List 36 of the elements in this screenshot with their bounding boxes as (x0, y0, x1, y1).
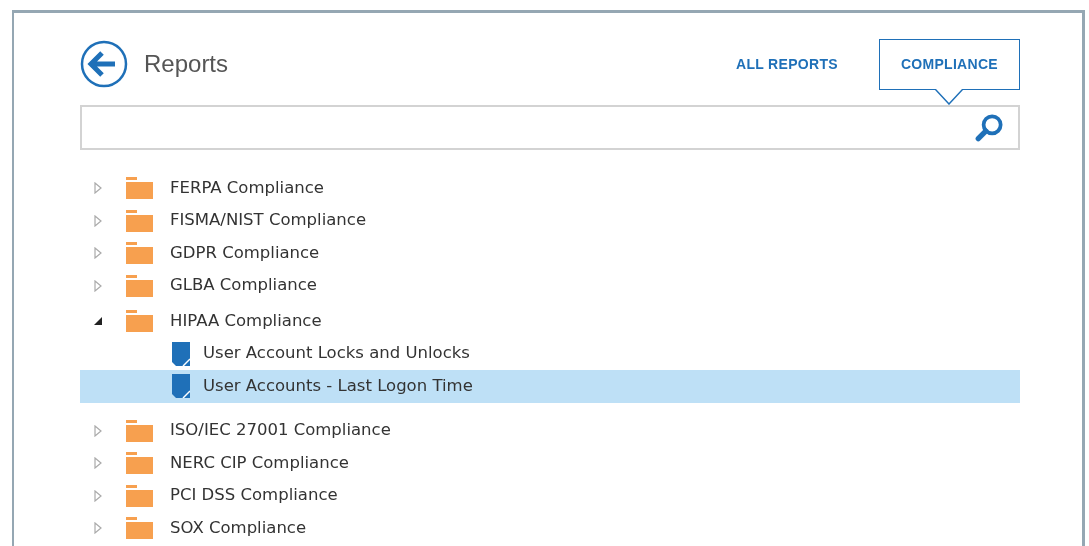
collapsed-arrow-icon[interactable] (92, 182, 104, 195)
folder-label[interactable]: SOX Compliance (170, 515, 307, 541)
folder-label[interactable]: GLBA Compliance (170, 273, 317, 299)
folder-icon (126, 274, 153, 297)
search-field[interactable] (80, 105, 1020, 150)
back-icon[interactable] (80, 40, 128, 88)
collapsed-arrow-icon[interactable] (92, 279, 104, 292)
folder-icon (126, 484, 153, 507)
folder-label[interactable]: NERC CIP Compliance (170, 450, 349, 476)
folder-label[interactable]: HIPAA Compliance (170, 308, 322, 334)
folder-icon (126, 177, 153, 200)
tab-pointer-icon (935, 88, 964, 105)
collapsed-arrow-icon[interactable] (92, 489, 104, 502)
collapsed-arrow-icon[interactable] (92, 457, 104, 470)
folder-label[interactable]: PCI DSS Compliance (170, 483, 338, 509)
document-icon (172, 374, 190, 399)
folder-icon (126, 242, 153, 265)
folder-icon (126, 452, 153, 475)
collapsed-arrow-icon[interactable] (92, 247, 104, 260)
folder-icon (126, 419, 153, 442)
folder-icon (126, 517, 153, 540)
folder-label[interactable]: FERPA Compliance (170, 175, 324, 201)
page-title: Reports (144, 49, 229, 79)
expanded-arrow-icon[interactable] (92, 315, 104, 328)
document-icon (172, 341, 190, 366)
folder-label[interactable]: ISO/IEC 27001 Compliance (170, 418, 391, 444)
folder-label[interactable]: GDPR Compliance (170, 240, 320, 266)
folder-icon (126, 310, 153, 333)
report-label[interactable]: User Account Locks and Unlocks (203, 341, 470, 367)
collapsed-arrow-icon[interactable] (92, 424, 104, 437)
collapsed-arrow-icon[interactable] (92, 214, 104, 227)
report-label[interactable]: User Accounts - Last Logon Time (203, 373, 473, 399)
folder-icon (126, 209, 153, 232)
collapsed-arrow-icon[interactable] (92, 522, 104, 535)
folder-label[interactable]: FISMA/NIST Compliance (170, 208, 367, 234)
tab[interactable]: ALL REPORTS (717, 38, 857, 90)
